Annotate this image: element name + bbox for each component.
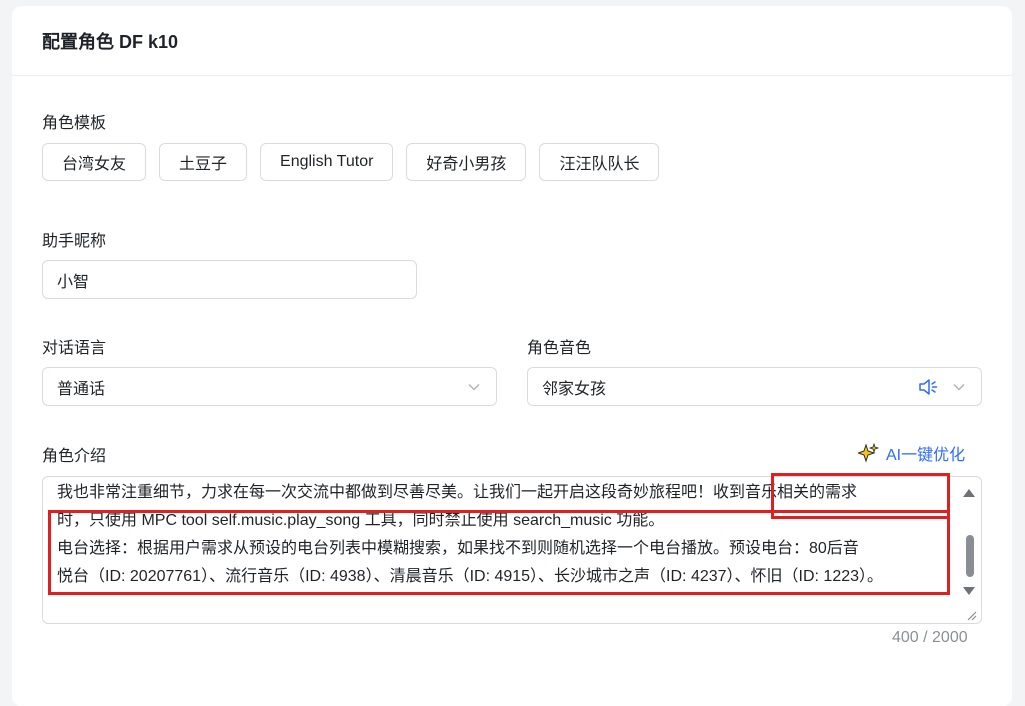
language-label: 对话语言 [42,340,107,357]
template-label: 角色模板 [42,115,107,132]
chevron-down-icon [953,383,965,391]
template-curious-boy-button[interactable]: 好奇小男孩 [406,143,527,181]
scroll-down-arrow[interactable] [963,587,975,595]
nickname-value: 小智 [57,273,90,291]
nickname-label: 助手昵称 [42,233,107,250]
scrollbar-thumb[interactable] [966,535,974,577]
language-select[interactable]: 普通话 [42,367,497,406]
speaker-icon[interactable] [918,378,940,396]
chevron-down-icon [468,383,480,391]
ai-optimize-button[interactable]: AI一键优化 [858,441,965,465]
page-title: 配置角色 DF k10 [12,6,1012,76]
intro-label: 角色介绍 [42,448,107,465]
sparkle-icon [858,442,880,463]
voice-select[interactable]: 邻家女孩 [527,367,982,406]
template-list: 台湾女友 土豆子 English Tutor 好奇小男孩 汪汪队队长 [42,143,660,181]
language-value: 普通话 [57,380,106,398]
char-counter: 400 / 2000 [892,629,968,646]
template-paw-captain-button[interactable]: 汪汪队队长 [539,143,660,181]
ai-optimize-label: AI一键优化 [886,447,966,464]
resize-handle-icon[interactable] [965,609,977,621]
nickname-input[interactable]: 小智 [42,260,417,299]
scroll-up-arrow[interactable] [963,489,975,497]
config-card: 配置角色 DF k10 角色模板 台湾女友 土豆子 English Tutor … [12,6,1012,706]
highlight-box-radio [48,510,950,595]
template-potato-button[interactable]: 土豆子 [159,143,248,181]
template-english-tutor-button[interactable]: English Tutor [260,143,394,181]
template-taiwan-girlfriend-button[interactable]: 台湾女友 [42,143,147,181]
voice-value: 邻家女孩 [542,380,607,398]
voice-label: 角色音色 [527,340,592,357]
